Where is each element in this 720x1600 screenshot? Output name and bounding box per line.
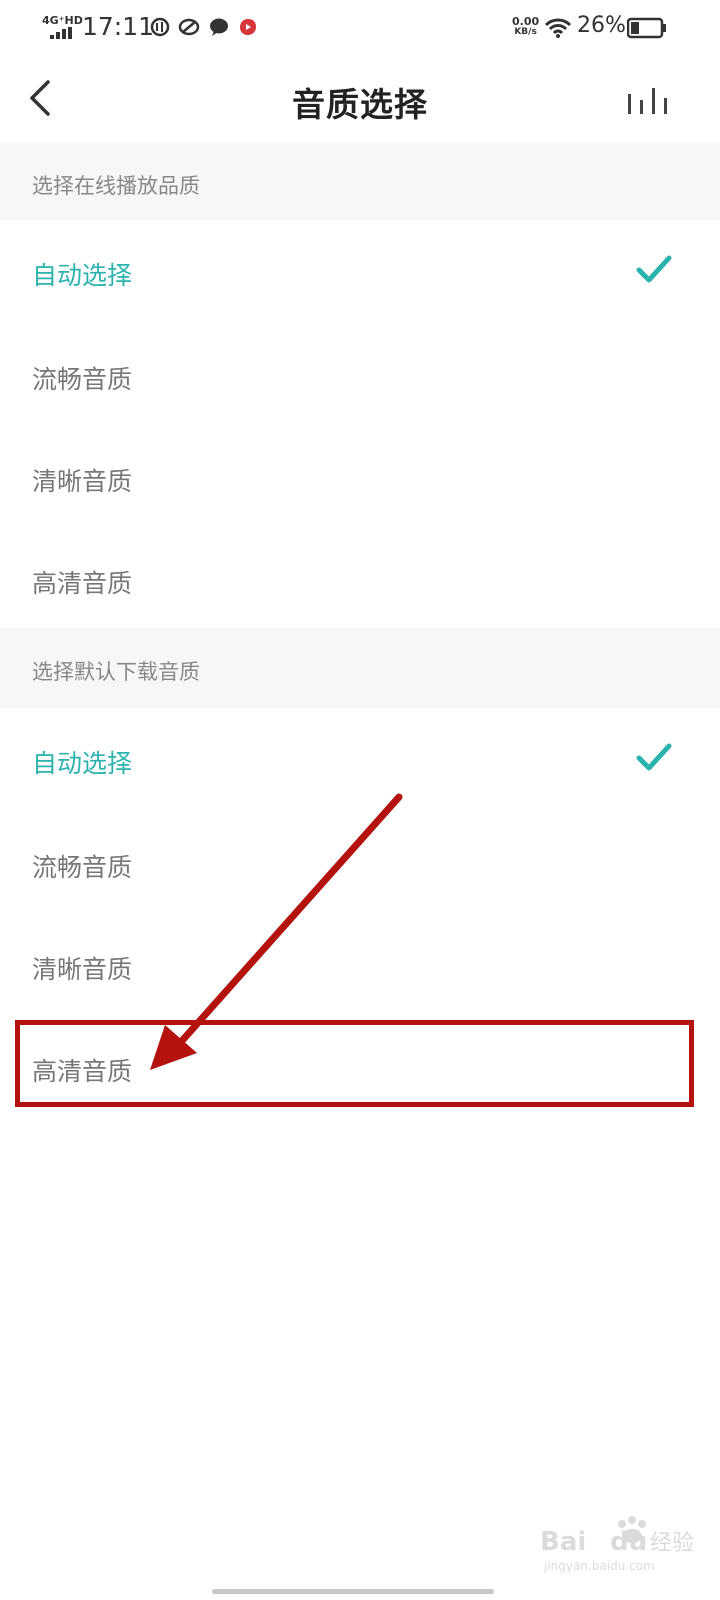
equalizer-icon[interactable] — [626, 86, 670, 114]
music-app-icon — [238, 17, 258, 41]
option-download-auto[interactable]: 自动选择 — [0, 708, 720, 810]
option-download-smooth[interactable]: 流畅音质 — [0, 810, 720, 912]
option-label: 自动选择 — [32, 261, 133, 290]
notification-icons — [150, 17, 258, 41]
option-online-auto[interactable]: 自动选择 — [0, 220, 720, 322]
svg-text:Bai: Bai — [540, 1527, 586, 1557]
network-speed-unit: KB/s — [514, 27, 537, 37]
status-time: 17:11 — [82, 12, 155, 41]
option-online-clear[interactable]: 清晰音质 — [0, 424, 720, 526]
option-label: 流畅音质 — [32, 365, 133, 394]
battery-icon — [627, 17, 666, 39]
section-header-download: 选择默认下载音质 — [0, 628, 720, 708]
baidu-jingyan-watermark-icon: Bai du 经验 jingyan.baidu.com — [540, 1516, 694, 1573]
option-download-clear[interactable]: 清晰音质 — [0, 912, 720, 1014]
network-speed-value: 0.00 — [512, 15, 540, 28]
option-label: 自动选择 — [32, 749, 133, 778]
status-bar: 4G⁺HD 17:11 0.00 KB/s 26% — [0, 0, 720, 56]
svg-text:jingyan.baidu.com: jingyan.baidu.com — [543, 1559, 655, 1573]
section-header-online: 选择在线播放品质 — [0, 142, 720, 220]
compass-app-icon — [150, 17, 170, 41]
link-app-icon — [178, 17, 200, 41]
annotation-highlight-box — [15, 1020, 694, 1107]
network-speed: 0.00 KB/s — [512, 16, 539, 38]
home-indicator[interactable] — [212, 1589, 494, 1594]
option-online-hd[interactable]: 高清音质 — [0, 526, 720, 628]
checkmark-icon — [636, 743, 672, 771]
option-label: 高清音质 — [32, 569, 133, 598]
option-online-smooth[interactable]: 流畅音质 — [0, 322, 720, 424]
svg-text:经验: 经验 — [650, 1531, 694, 1556]
option-label: 清晰音质 — [32, 467, 133, 496]
network-type-label: 4G⁺HD — [42, 14, 83, 27]
battery-percent: 26% — [577, 13, 626, 38]
option-label: 清晰音质 — [32, 955, 133, 984]
option-label: 流畅音质 — [32, 853, 133, 882]
page-title: 音质选择 — [292, 85, 428, 124]
section-header-label: 选择默认下载音质 — [32, 660, 200, 684]
signal-strength-icon — [50, 27, 72, 39]
section-header-label: 选择在线播放品质 — [32, 174, 200, 198]
checkmark-icon — [636, 255, 672, 283]
svg-text:du: du — [610, 1527, 647, 1557]
wifi-icon — [544, 18, 572, 38]
navigation-bar: 音质选择 — [0, 56, 720, 142]
chat-bubble-icon — [208, 17, 230, 41]
